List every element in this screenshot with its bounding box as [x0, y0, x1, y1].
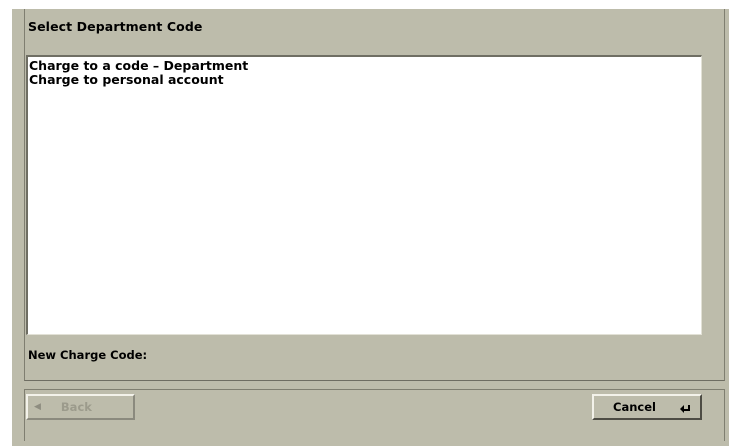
list-item-charge-to-code[interactable]: Charge to a code – Department	[29, 59, 701, 73]
back-button-label: Back	[60, 400, 92, 414]
list-item-charge-to-personal[interactable]: Charge to personal account	[29, 73, 701, 87]
dialog-title: Select Department Code	[28, 19, 203, 34]
cancel-button-label: Cancel	[613, 400, 656, 414]
back-button[interactable]: ◀ Back	[26, 394, 135, 420]
new-charge-code-label: New Charge Code:	[28, 348, 148, 362]
cancel-button[interactable]: Cancel	[592, 394, 702, 420]
department-code-list[interactable]: Charge to a code – Department Charge to …	[26, 55, 702, 335]
left-arrow-icon: ◀	[34, 402, 41, 412]
enter-key-icon	[680, 405, 690, 413]
